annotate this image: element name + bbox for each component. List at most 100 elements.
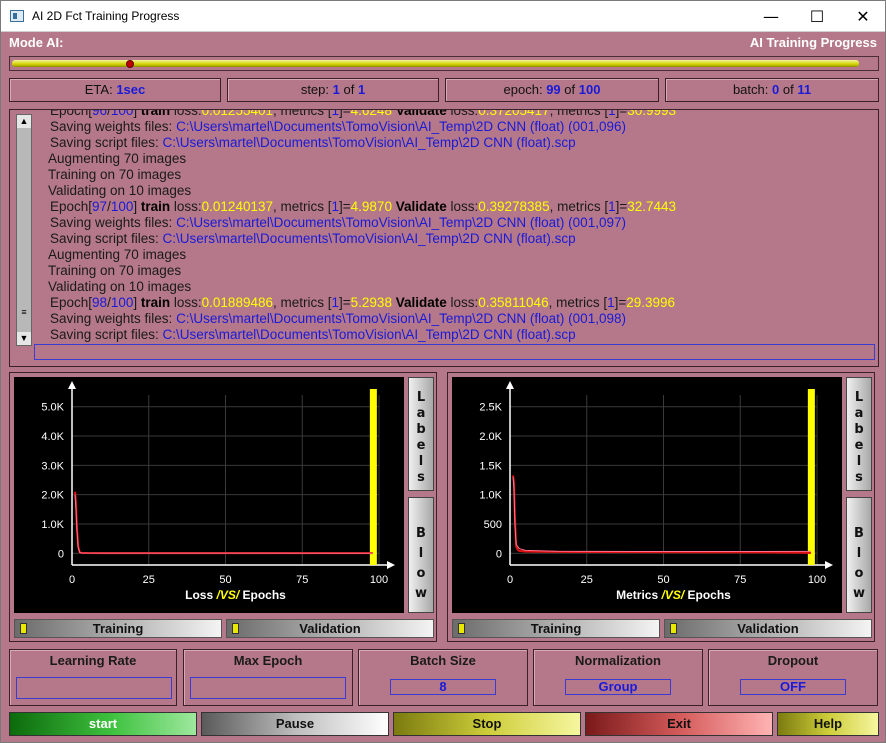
scroll-up-icon[interactable]: ▲ bbox=[17, 115, 31, 128]
metrics-blow-button[interactable]: Blow bbox=[846, 497, 872, 613]
y-tick-label: 2.0K bbox=[41, 490, 64, 502]
loss-chart-panel: 0 1.0K 2.0K 3.0K 4.0K 5.0K 0 25 50 75 100 Loss /VS/… bbox=[9, 372, 437, 642]
loss-chart: 0 1.0K 2.0K 3.0K 4.0K 5.0K 0 25 50 75 100 Loss /VS/… bbox=[14, 377, 404, 613]
validation-swatch bbox=[670, 623, 677, 634]
epoch-current: 99 bbox=[546, 82, 561, 97]
log-metrics-label: , metrics [ bbox=[272, 295, 332, 310]
current-epoch-marker bbox=[369, 389, 377, 565]
x-tick-label: 0 bbox=[69, 574, 75, 586]
max-epoch-input[interactable] bbox=[190, 677, 346, 699]
labels-letter: b bbox=[854, 422, 864, 437]
log-line: Training on 70 images bbox=[48, 263, 181, 279]
scroll-grip-icon[interactable]: ≡ bbox=[18, 308, 30, 321]
stop-button[interactable]: Stop bbox=[393, 712, 581, 736]
metrics-chart-panel: 0 500 1.0K 1.5K 2.0K 2.5K 0 25 50 75 100 Metrics /V… bbox=[447, 372, 875, 642]
max-epoch-group: Max Epoch bbox=[183, 649, 353, 706]
loss-training-toggle[interactable]: Training bbox=[14, 619, 222, 638]
training-swatch bbox=[20, 623, 27, 634]
exit-button[interactable]: Exit bbox=[585, 712, 773, 736]
log-epoch-num: 97 bbox=[92, 199, 108, 214]
help-button[interactable]: Help bbox=[777, 712, 879, 736]
batch-size-label: Batch Size bbox=[410, 653, 476, 668]
log-vloss-value: 0.37205417 bbox=[478, 110, 550, 118]
log-epoch-total: 100 bbox=[110, 295, 134, 310]
log-panel: ▲ ≡ ▼ Epoch[96/100] train loss:0.0125540… bbox=[9, 109, 879, 367]
dropout-toggle[interactable]: OFF bbox=[740, 679, 846, 695]
labels-letter: a bbox=[854, 406, 864, 421]
series-line bbox=[74, 491, 373, 555]
x-tick-label: 25 bbox=[581, 574, 593, 586]
x-tick-label: 0 bbox=[507, 574, 513, 586]
x-axis-label-b: Epochs bbox=[243, 588, 287, 602]
blow-letter: B bbox=[854, 526, 864, 541]
batch-label: batch: bbox=[732, 82, 769, 97]
loss-labels-button[interactable]: Labels bbox=[408, 377, 434, 491]
maximize-button[interactable]: ☐ bbox=[794, 1, 840, 32]
x-axis-label-a: Metrics bbox=[616, 588, 661, 602]
log-path-label: Saving script files: bbox=[50, 231, 163, 246]
max-epoch-label: Max Epoch bbox=[233, 653, 303, 668]
log-loss-label: loss: bbox=[170, 110, 202, 118]
x-tick-label: 100 bbox=[808, 574, 826, 586]
y-tick-label: 500 bbox=[484, 519, 502, 531]
log-vmetric-eq: ]= bbox=[615, 110, 628, 118]
log-line: Training on 70 images bbox=[48, 167, 181, 183]
log-loss-label: loss: bbox=[170, 199, 202, 214]
metrics-validation-toggle[interactable]: Validation bbox=[664, 619, 872, 638]
metrics-training-toggle[interactable]: Training bbox=[452, 619, 660, 638]
log-path-value: C:\Users\martel\Documents\TomoVision\AI_… bbox=[162, 135, 576, 150]
labels-letter: L bbox=[854, 390, 864, 405]
close-button[interactable]: ✕ bbox=[840, 1, 886, 32]
log-vloss-label: loss: bbox=[446, 199, 479, 214]
epoch-label: epoch: bbox=[503, 82, 543, 97]
log-line: Saving weights files: C:\Users\martel\Do… bbox=[50, 311, 626, 327]
pause-button[interactable]: Pause bbox=[201, 712, 389, 736]
app-icon bbox=[10, 10, 24, 22]
log-line: Augmenting 70 images bbox=[48, 247, 186, 263]
labels-letter: e bbox=[854, 438, 864, 453]
labels-letter: s bbox=[417, 470, 425, 485]
log-loss-value: 0.01889486 bbox=[201, 295, 273, 310]
learning-rate-label: Learning Rate bbox=[49, 653, 137, 668]
metrics-labels-button[interactable]: Labels bbox=[846, 377, 872, 491]
y-tick-label: 2.5K bbox=[479, 402, 502, 414]
log-train-word: train bbox=[140, 110, 171, 118]
log-epoch-close: ] bbox=[133, 295, 141, 310]
batch-current: 0 bbox=[771, 82, 780, 97]
loss-validation-toggle[interactable]: Validation bbox=[226, 619, 434, 638]
batch-size-input[interactable]: 8 bbox=[390, 679, 496, 695]
scroll-down-icon[interactable]: ▼ bbox=[17, 332, 31, 345]
log-epoch-total: 100 bbox=[110, 199, 134, 214]
log-line: Saving weights files: C:\Users\martel\Do… bbox=[50, 119, 626, 135]
learning-rate-input[interactable] bbox=[16, 677, 172, 699]
x-axis-label-vs: /VS/ bbox=[215, 588, 242, 602]
start-button[interactable]: start bbox=[9, 712, 197, 736]
log-metric-value: 4.6248 bbox=[350, 110, 392, 118]
normalization-select[interactable]: Group bbox=[565, 679, 671, 695]
log-line: Saving script files: C:\Users\martel\Doc… bbox=[50, 135, 576, 151]
training-progress-bar bbox=[9, 56, 879, 71]
loss-blow-button[interactable]: Blow bbox=[408, 497, 434, 613]
log-metric-index: 1 bbox=[331, 295, 340, 310]
log-metrics-label: , metrics [ bbox=[272, 110, 332, 118]
log-metric-index: 1 bbox=[331, 110, 340, 118]
y-tick-label: 1.5K bbox=[479, 460, 502, 472]
minimize-button[interactable]: — bbox=[748, 1, 794, 32]
blow-letter: w bbox=[852, 586, 865, 601]
log-line: Saving script files: C:\Users\martel\Doc… bbox=[50, 327, 576, 342]
y-tick-label: 0 bbox=[58, 548, 64, 560]
log-line: Saving weights files: C:\Users\martel\Do… bbox=[50, 215, 626, 231]
log-scrollbar[interactable]: ▲ ≡ ▼ bbox=[16, 114, 32, 346]
validation-swatch bbox=[232, 623, 239, 634]
x-axis-label: Loss /VS/ Epochs bbox=[185, 588, 286, 602]
dropout-group: Dropout OFF bbox=[708, 649, 878, 706]
loss-chart-svg: 0 1.0K 2.0K 3.0K 4.0K 5.0K 0 25 50 75 100 Loss /VS/… bbox=[41, 381, 395, 602]
x-axis-label-b: Epochs bbox=[688, 588, 732, 602]
log-train-word: train bbox=[140, 199, 171, 214]
window-title: AI 2D Fct Training Progress bbox=[32, 9, 180, 23]
log-path-label: Saving weights files: bbox=[50, 215, 177, 230]
log-vloss-value: 0.35811046 bbox=[478, 295, 549, 310]
training-swatch bbox=[458, 623, 465, 634]
log-command-input[interactable] bbox=[34, 344, 875, 360]
log-epoch-total: 100 bbox=[110, 110, 134, 118]
